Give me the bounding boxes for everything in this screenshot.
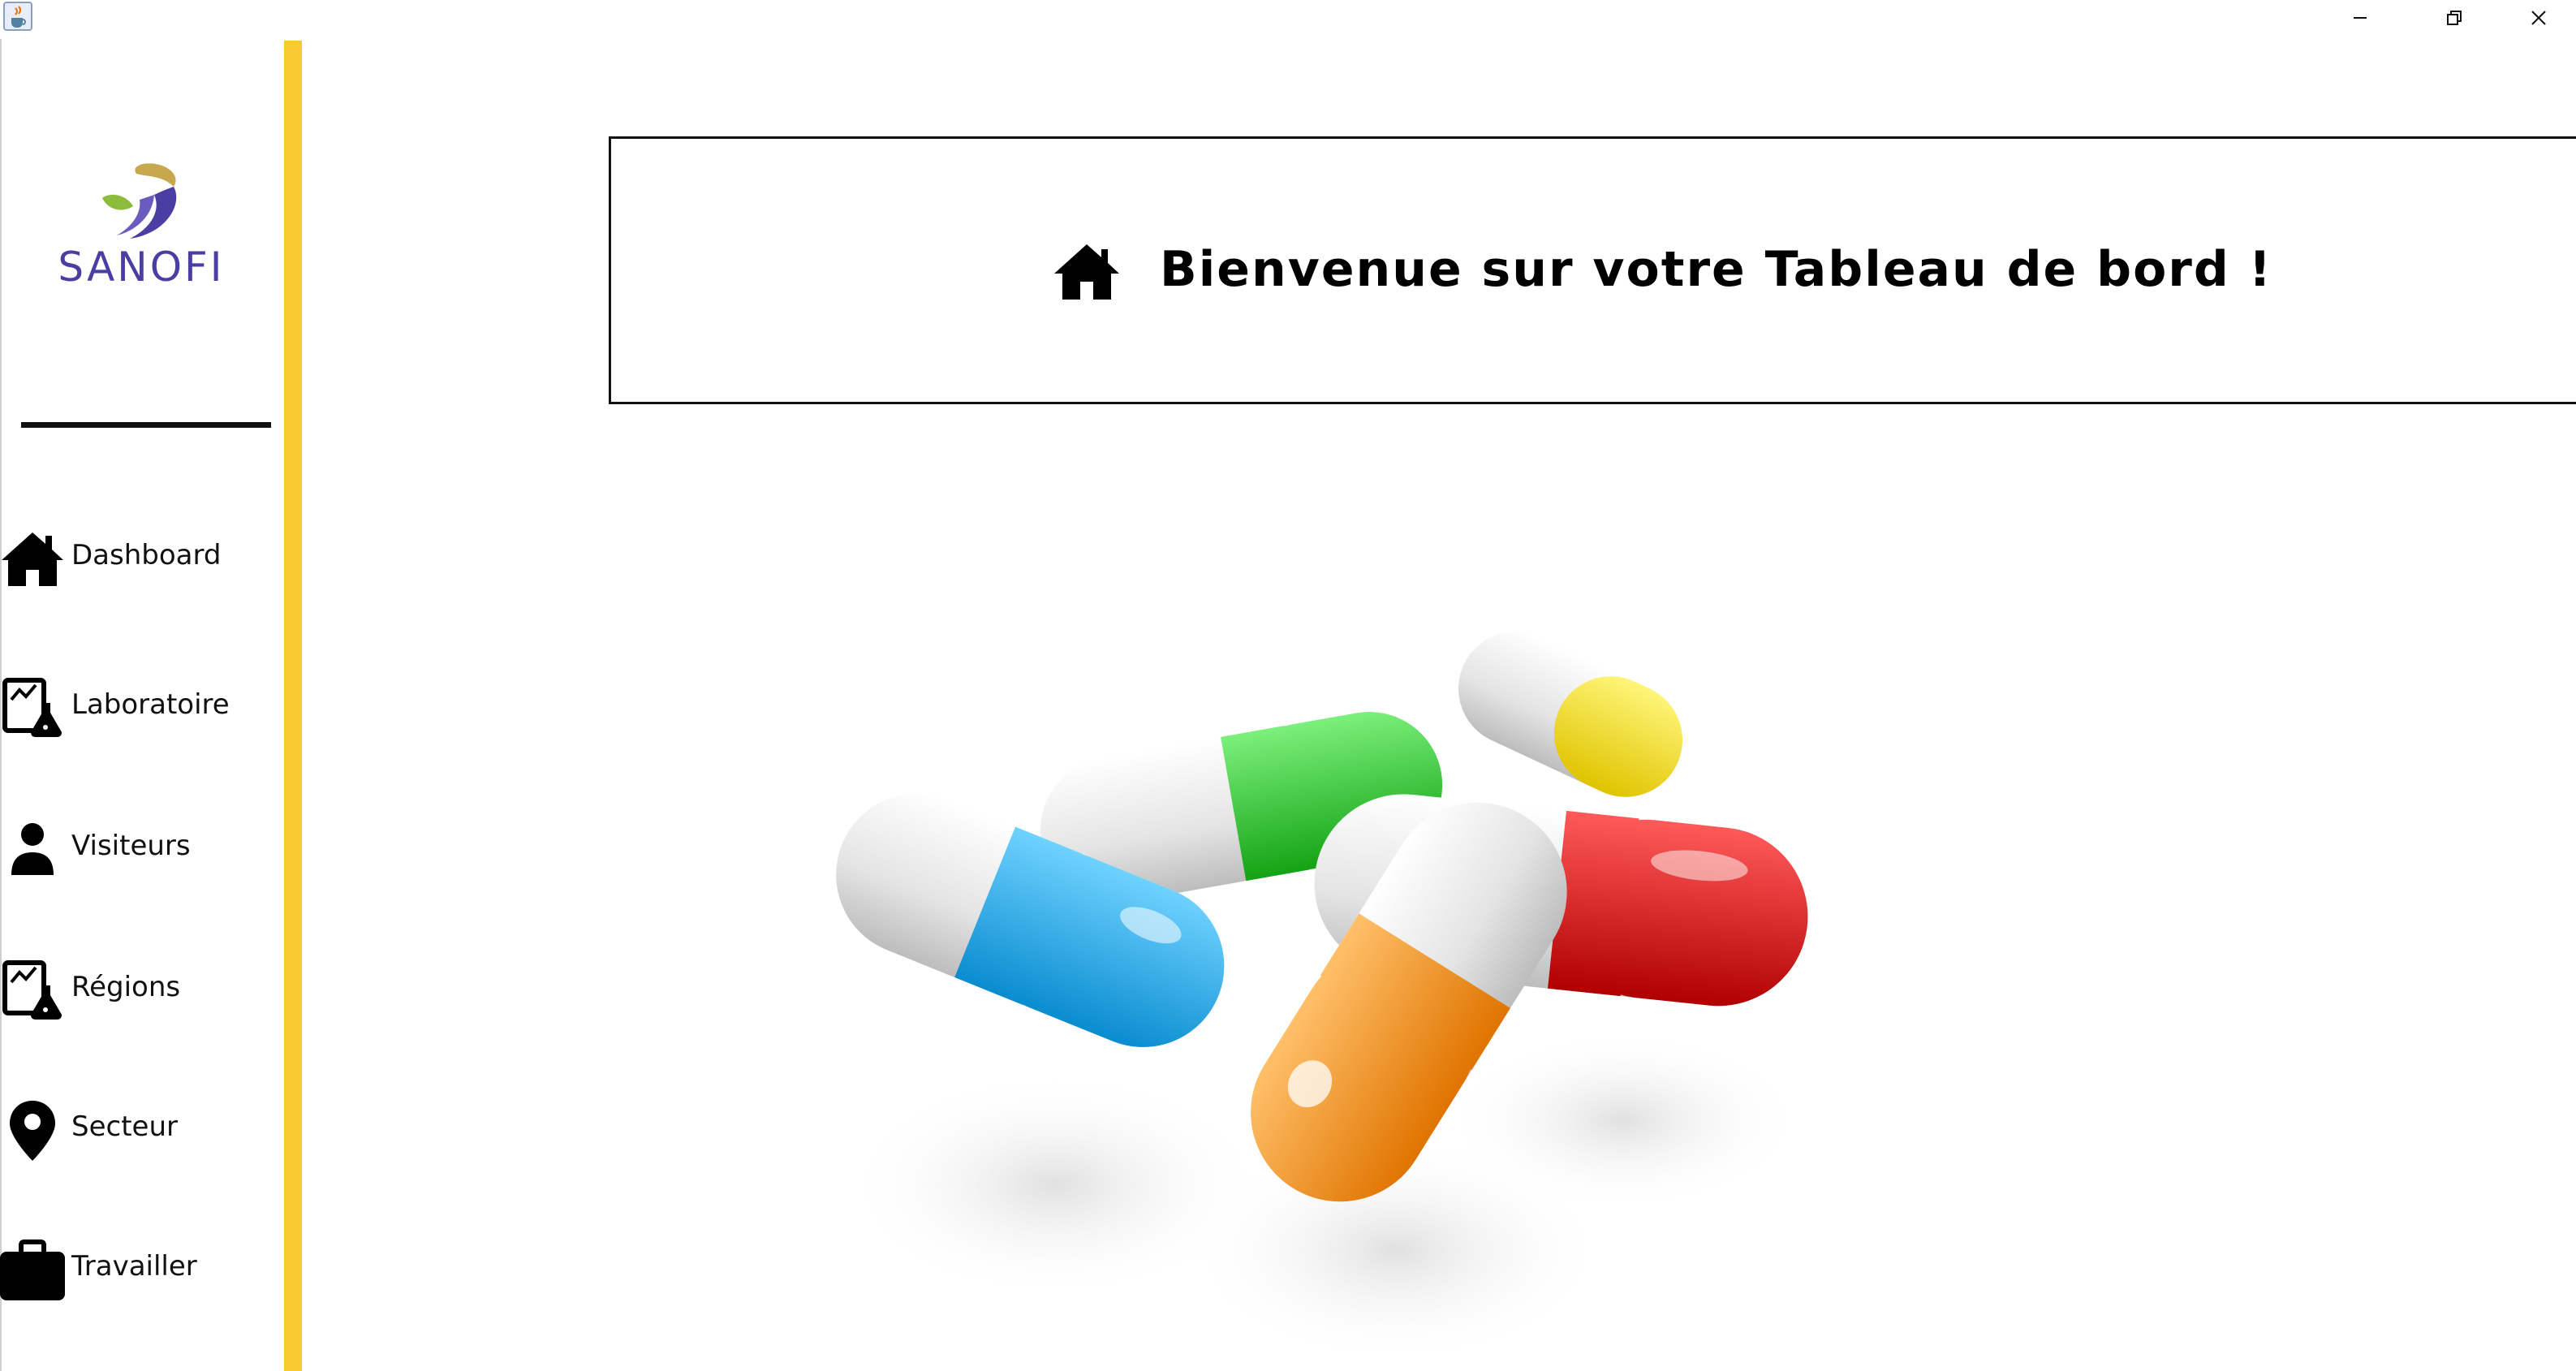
minimize-button[interactable] <box>2313 0 2407 36</box>
logo-text: SANOFI <box>58 244 225 291</box>
welcome-header-panel: Bienvenue sur votre Tableau de bord ! <box>609 136 2576 404</box>
lab-report-icon <box>0 675 65 740</box>
restore-button[interactable] <box>2407 0 2501 36</box>
map-pin-icon <box>0 1097 65 1162</box>
minimize-icon <box>2354 17 2367 19</box>
sidebar-item-visiteurs[interactable]: Visiteurs <box>0 810 276 888</box>
sidebar-item-label: Travailler <box>71 1250 197 1283</box>
sidebar-item-label: Secteur <box>71 1110 178 1143</box>
page-title: Bienvenue sur votre Tableau de bord ! <box>1160 241 2273 298</box>
sidebar-item-laboratoire[interactable]: Laboratoire <box>0 669 276 747</box>
sanofi-logo: SANOFI <box>52 159 230 297</box>
title-bar <box>0 0 2576 39</box>
close-button[interactable] <box>2501 0 2576 36</box>
briefcase-icon <box>0 1237 65 1302</box>
restore-icon <box>2447 11 2462 25</box>
user-icon <box>0 817 65 882</box>
lab-report-icon <box>0 958 65 1023</box>
sidebar-divider <box>21 422 271 428</box>
sidebar-item-dashboard[interactable]: Dashboard <box>0 520 276 597</box>
home-icon <box>0 526 65 591</box>
sidebar-item-secteur[interactable]: Secteur <box>0 1091 276 1169</box>
close-icon <box>2531 11 2546 25</box>
java-cup-icon <box>3 2 32 31</box>
sanofi-logo-icon <box>102 163 177 239</box>
sidebar-item-travailler[interactable]: Travailler <box>0 1231 276 1308</box>
home-icon <box>1053 243 1121 301</box>
sidebar-accent-bar <box>284 41 302 1371</box>
sidebar-item-label: Dashboard <box>71 539 222 571</box>
sidebar-item-label: Régions <box>71 971 181 1003</box>
sidebar-item-label: Laboratoire <box>71 688 230 721</box>
capsule-pills-image <box>779 617 1899 1364</box>
sidebar-item-regions[interactable]: Régions <box>0 951 276 1029</box>
sidebar-item-label: Visiteurs <box>71 830 191 862</box>
